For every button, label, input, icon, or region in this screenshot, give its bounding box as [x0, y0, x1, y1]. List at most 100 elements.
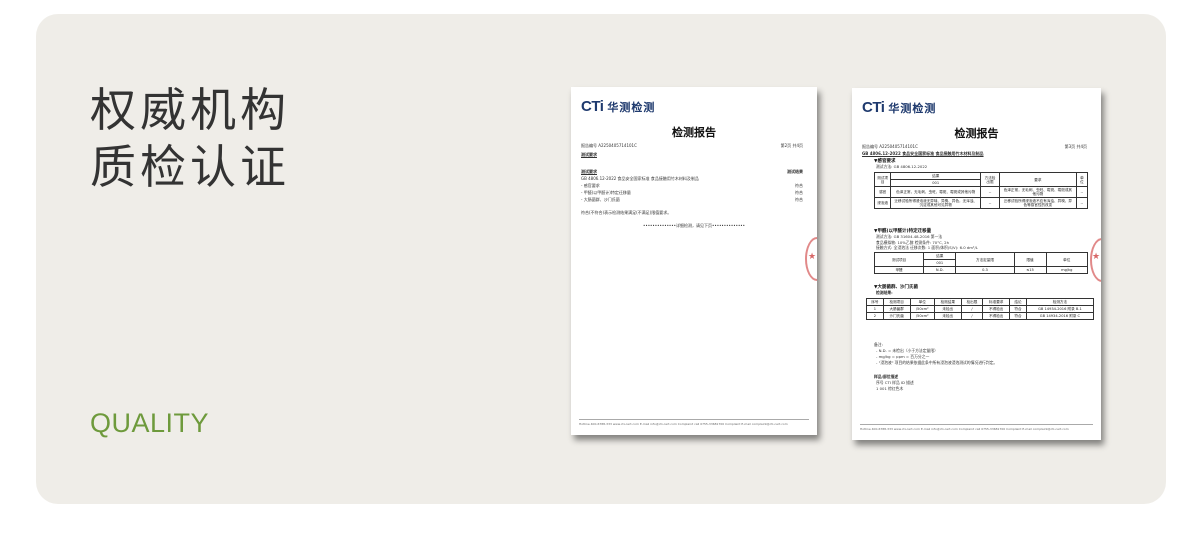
cti-logo: CTi 华测检测: [581, 98, 655, 115]
table-row: 2 沙门氏菌 /50cm² 未检出 / 不得检出 符合 GB 14934-201…: [866, 312, 1095, 320]
table-cell: 符合: [1009, 312, 1027, 320]
table-header: 测试项目: [873, 172, 892, 187]
report-number-row: 报告编号 A2250405714101C 第2页 共4页: [581, 143, 807, 148]
table-cell: /50cm²: [909, 312, 935, 320]
stamp-star-icon: ★: [808, 252, 817, 262]
item-result: 符合: [795, 183, 803, 188]
note-item: - "浸泡液" 项目的结果依据此条中所有浸泡液浸泡测试的情况进行判定。: [876, 360, 998, 365]
table-cell: 1: [866, 305, 884, 313]
table-cell: 感官: [873, 186, 892, 198]
table-cell: 迁移试验所得浸泡液无异味、异臭、异色，无浑浊、沉淀或其他可见异物: [890, 197, 982, 209]
sample-row: 1 001 棕红色木: [876, 386, 904, 391]
table-header: 方法检出限: [980, 172, 1000, 187]
logo-latin: CTi: [581, 98, 604, 115]
report-number-row: 报告编号 A2250405714101C 第3页 共4页: [862, 144, 1091, 149]
table-header: 方法定量限: [955, 252, 1015, 267]
table-cell: 001: [923, 259, 957, 267]
table-header: 测试项目: [873, 252, 925, 267]
table-cell: GB 14934-2016 附录 C: [1025, 312, 1095, 320]
report-title: 检测报告: [672, 126, 716, 139]
table-cell: 大肠菌群: [882, 305, 911, 313]
item-result: 符合: [795, 190, 803, 195]
test-report-page-3: CTi 华测检测 检测报告 报告编号 A2250405714101C 第3页 共4…: [852, 88, 1101, 440]
table-cell: /50cm²: [909, 305, 935, 313]
table-cell: 不得检出: [982, 305, 1011, 313]
page-number: 第2页 共4页: [780, 143, 803, 148]
heading-line-1: 权威机构: [90, 83, 290, 137]
table-row: 1 大肠菌群 /50cm² 未检出 / 不得检出 符合 GB 14934-201…: [866, 305, 1095, 313]
table-cell: --: [980, 186, 1000, 198]
sensory-method: 测试方法: GB 4806.12-2022: [876, 164, 928, 169]
report-footer: Hotline 400-6788-333 www.cti-cert.com E-…: [860, 424, 1093, 431]
table-cell: --: [980, 197, 1000, 209]
note-item: - mg/kg = ppm = 百万分之一: [876, 354, 930, 359]
table-header: 要求: [998, 172, 1077, 187]
requirements-heading: 测试要求: [581, 169, 597, 174]
table-header: 标准要求: [982, 298, 1011, 306]
result-heading: 测试结果: [787, 169, 803, 174]
table-cell: 色泽正常，无毛刺、虫蛀、霉斑、霉斑或其他污物: [998, 186, 1077, 198]
sample-title: 样品/部位描述: [874, 374, 899, 379]
heading-line-2: 质检认证: [90, 140, 290, 194]
table-header: 检测结果: [933, 298, 962, 306]
item-label: - 感官要求: [581, 183, 600, 188]
logo-latin: CTi: [862, 99, 885, 116]
item-label: - 大肠菌群、沙门氏菌: [581, 197, 620, 202]
table-cell: 不得检出: [982, 312, 1011, 320]
sample-headers: 序号 CTI 样品 ID 描述: [876, 380, 914, 385]
note-item: - N.D. = 未检出（小于方法定量限）: [876, 348, 938, 353]
page-heading: 权威机构 质检认证: [90, 82, 290, 196]
list-item: - 感官要求 符合: [581, 183, 807, 188]
formaldehyde-table: 测试项目 结果 方法定量限 限值 单位 001 甲醛 N.D. 0.3 ≤15 …: [873, 252, 1088, 274]
standard-line: GB 4806.12-2022 食品安全国家标准 食品接触用竹木材料及制品: [862, 151, 984, 156]
table-cell: 001: [890, 179, 982, 187]
table-row: 甲醛 N.D. 0.3 ≤15 mg/kg: [873, 266, 1088, 274]
simulant-line-2: 接触方式: 全浸泡法 迁移次数: 1 面积/体积(S/V): 6.0 dm²/L: [876, 245, 978, 250]
table-header: 结果: [890, 172, 982, 180]
table-cell: ≤15: [1013, 266, 1047, 274]
list-item: - 大肠菌群、沙门氏菌 符合: [581, 197, 807, 202]
table-header: 限值: [1013, 252, 1047, 267]
table-cell: 未检出: [933, 305, 962, 313]
table-cell: 浸泡液: [873, 197, 892, 209]
table-cell: 未检出: [933, 312, 962, 320]
table-header: 单位: [1045, 252, 1088, 267]
table-cell: 甲醛: [873, 266, 925, 274]
table-row: 序号 检测项目 单位 检测结果 检出限 标准要求 结论 检测方法: [866, 298, 1095, 306]
formaldehyde-method: 测试方法: GB 31604.48-2016 第一法: [876, 234, 943, 239]
table-cell: 色泽正常，无毛刺、虫蛀、霉斑、霉斑或其他污物: [890, 186, 982, 198]
result-note: 符合(不符合)表示检测结果满足(不满足)限值要求。: [581, 210, 672, 215]
report-number: 报告编号 A2250405714101C: [581, 143, 637, 148]
table-header: 结果: [923, 252, 957, 260]
table-cell: 0.3: [955, 266, 1015, 274]
quality-tagline: QUALITY: [90, 408, 210, 438]
table-cell: N.D.: [923, 266, 957, 274]
table-row: 测试项目 结果 方法定量限 限值 单位: [873, 252, 1088, 267]
table-cell: /: [960, 312, 984, 320]
micro-subheading: 检测结果:: [876, 290, 893, 295]
requirements-row: 测试要求 测试结果: [581, 169, 807, 174]
table-header: 单位: [1075, 172, 1089, 187]
notes-title: 备注:: [874, 342, 883, 347]
table-header: 序号: [866, 298, 884, 306]
cti-logo: CTi 华测检测: [862, 99, 936, 116]
sensory-table: 测试项目 结果 方法检出限 要求 单位 001 感官 色泽正常，无毛刺、虫蛀、霉…: [873, 172, 1089, 209]
stamp-star-icon: ★: [1092, 252, 1101, 262]
table-cell: 迁移试验所得浸泡液不应有浑浊、异嗅、异色等感官性的改变: [998, 197, 1077, 209]
item-result: 符合: [795, 197, 803, 202]
table-cell: mg/kg: [1045, 266, 1088, 274]
table-header: 检出限: [960, 298, 984, 306]
table-cell: 符合: [1009, 305, 1027, 313]
table-cell: 2: [866, 312, 884, 320]
table-cell: 沙门氏菌: [882, 312, 911, 320]
table-header: 检测方法: [1025, 298, 1095, 306]
table-cell: GB 14934-2016 附录 B.1: [1025, 305, 1095, 313]
test-report-page-2: CTi 华测检测 检测报告 报告编号 A2250405714101C 第2页 共4…: [571, 87, 817, 435]
logo-chinese: 华测检测: [607, 101, 656, 114]
section-heading: 测试要求: [581, 152, 597, 157]
table-cell: /: [960, 305, 984, 313]
micro-table: 序号 检测项目 单位 检测结果 检出限 标准要求 结论 检测方法 1 大肠菌群 …: [866, 298, 1095, 320]
table-cell: --: [1075, 186, 1089, 198]
item-label: - 甲醛(以甲醛计)特定迁移量: [581, 190, 631, 195]
table-header: 结论: [1009, 298, 1027, 306]
